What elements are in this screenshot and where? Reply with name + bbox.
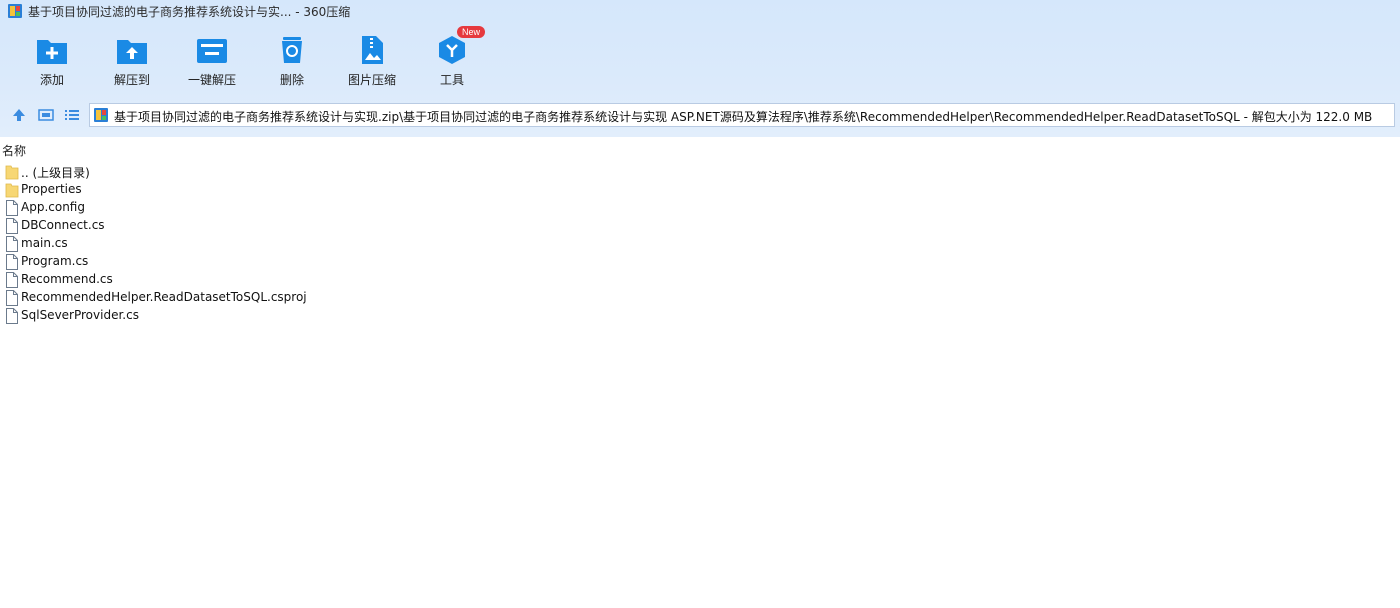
image-compress-button[interactable]: 图片压缩: [332, 30, 412, 90]
address-input[interactable]: 基于项目协同过滤的电子商务推荐系统设计与实现.zip\基于项目协同过滤的电子商务…: [89, 103, 1395, 127]
new-badge: New: [457, 26, 486, 38]
column-header-label: 名称: [2, 144, 27, 158]
file-icon: [6, 308, 18, 324]
address-path: 基于项目协同过滤的电子商务推荐系统设计与实现.zip\基于项目协同过滤的电子商务…: [114, 110, 1373, 124]
app-logo-icon: [8, 4, 22, 18]
file-row[interactable]: RecommendedHelper.ReadDatasetToSQL.cspro…: [0, 289, 600, 307]
delete-button[interactable]: 删除: [252, 30, 332, 90]
file-row[interactable]: DBConnect.cs: [0, 217, 600, 235]
folder-icon: [5, 183, 19, 198]
file-row[interactable]: main.cs: [0, 235, 600, 253]
window-title: 基于项目协同过滤的电子商务推荐系统设计与实... - 360压缩: [28, 5, 351, 19]
tools-button[interactable]: New 工具: [412, 26, 492, 90]
folder-row[interactable]: Properties: [0, 181, 600, 199]
file-name: .. (上级目录): [21, 166, 90, 180]
archive-icon: [94, 108, 108, 122]
column-header-name[interactable]: 名称: [0, 140, 1400, 158]
extract-folder-icon: [117, 40, 147, 64]
file-name: DBConnect.cs: [21, 218, 105, 232]
title-bar: 基于项目协同过滤的电子商务推荐系统设计与实... - 360压缩: [0, 0, 1400, 22]
one-click-extract-label: 一键解压: [187, 73, 236, 87]
add-button[interactable]: 添加: [12, 30, 92, 90]
file-name: Properties: [21, 182, 82, 196]
add-label: 添加: [39, 73, 64, 87]
file-icon: [6, 290, 18, 306]
toolbar: 添加 解压到 一键解压 删除 图片压缩 New 工具: [0, 26, 1400, 92]
tools-cube-icon: [439, 36, 465, 64]
file-icon: [6, 272, 18, 288]
file-name: SqlSeverProvider.cs: [21, 308, 139, 322]
top-chrome: 基于项目协同过滤的电子商务推荐系统设计与实... - 360压缩 添加 解压到 …: [0, 0, 1400, 137]
one-click-extract-button[interactable]: 一键解压: [172, 30, 252, 90]
extract-to-label: 解压到: [113, 73, 150, 87]
address-bar: 基于项目协同过滤的电子商务推荐系统设计与实现.zip\基于项目协同过滤的电子商务…: [0, 100, 1400, 130]
extract-to-button[interactable]: 解压到: [92, 30, 172, 90]
file-row[interactable]: SqlSeverProvider.cs: [0, 307, 600, 325]
file-name: RecommendedHelper.ReadDatasetToSQL.cspro…: [21, 290, 307, 304]
file-row[interactable]: App.config: [0, 199, 600, 217]
add-icon: [37, 40, 67, 64]
delete-label: 删除: [279, 73, 304, 87]
tools-label: 工具: [439, 73, 464, 87]
one-click-extract-icon: [197, 39, 227, 63]
file-list: .. (上级目录) Properties App.config DBConnect.c…: [0, 163, 1400, 325]
file-icon: [6, 254, 18, 270]
recycle-bin-icon: [282, 37, 302, 63]
file-icon: [6, 236, 18, 252]
file-name: main.cs: [21, 236, 68, 250]
file-name: App.config: [21, 200, 85, 214]
file-row[interactable]: Program.cs: [0, 253, 600, 271]
up-arrow-icon[interactable]: [11, 107, 27, 123]
folder-icon: [5, 165, 19, 180]
file-name: Recommend.cs: [21, 272, 113, 286]
list-view-icon[interactable]: [64, 107, 80, 123]
image-compress-label: 图片压缩: [347, 73, 396, 87]
file-row[interactable]: Recommend.cs: [0, 271, 600, 289]
folder-row[interactable]: .. (上级目录): [0, 163, 600, 181]
file-name: Program.cs: [21, 254, 89, 268]
file-icon: [6, 200, 18, 216]
thumbnail-view-icon[interactable]: [38, 107, 54, 123]
file-icon: [6, 218, 18, 234]
image-compress-icon: [362, 36, 383, 64]
